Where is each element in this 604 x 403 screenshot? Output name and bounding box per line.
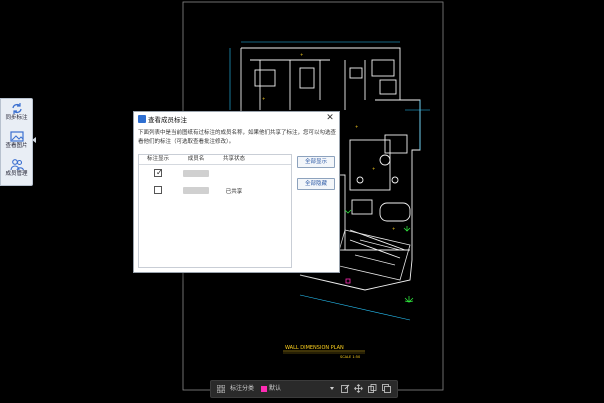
- row-status: 已共享: [225, 189, 243, 195]
- check-icon: ✓: [156, 168, 163, 177]
- edit-icon[interactable]: [341, 384, 350, 393]
- category-color-swatch: [261, 386, 267, 392]
- annotation-toolbar: 标注分类 默认: [210, 380, 398, 398]
- member-table: 标注显示 成员名 共享状态 ✓ 已共享: [138, 154, 292, 268]
- dialog-title: 查看成员标注: [148, 116, 187, 124]
- category-select[interactable]: 默认: [259, 381, 335, 397]
- table-row[interactable]: ✓: [139, 166, 291, 180]
- hide-all-button[interactable]: 全部隐藏: [297, 178, 335, 190]
- layers-icon[interactable]: [382, 384, 391, 393]
- category-value: 默认: [269, 385, 282, 392]
- svg-text:+: +: [372, 166, 375, 171]
- members-icon: [9, 159, 24, 171]
- chevron-down-icon: [330, 387, 334, 390]
- sync-annotation-label: 同步标注: [5, 115, 28, 121]
- svg-text:+: +: [262, 96, 265, 101]
- svg-text:+: +: [355, 124, 358, 129]
- image-icon: [9, 131, 24, 142]
- dialog-titlebar[interactable]: 查看成员标注 ✕: [134, 112, 339, 126]
- dialog-description: 下面列表中是当前图纸有过标注的成员名称，如果他们共享了标注，您可以勾选查看他们的…: [138, 130, 337, 145]
- angled-room: [334, 229, 411, 281]
- app-icon: [138, 115, 146, 123]
- magenta-marker: [345, 278, 351, 284]
- member-management-button[interactable]: 成员管理: [1, 156, 32, 183]
- plan-scale: SCALE 1:50: [340, 355, 360, 359]
- row-visible-checkbox[interactable]: [154, 186, 162, 194]
- left-palette: 同步标注 查看图片 成员管理: [0, 98, 33, 186]
- close-icon[interactable]: ✕: [324, 113, 336, 124]
- sync-icon: [11, 103, 22, 114]
- col-header-status: 共享状态: [215, 155, 253, 165]
- view-image-label: 查看图片: [5, 143, 28, 149]
- member-name-redacted: [183, 170, 209, 177]
- svg-text:+: +: [392, 226, 395, 231]
- grid-icon[interactable]: [217, 385, 225, 393]
- col-header-member: 成员名: [177, 155, 215, 165]
- category-label: 标注分类: [230, 385, 255, 392]
- sync-annotation-button[interactable]: 同步标注: [1, 100, 32, 127]
- member-annotation-dialog: 查看成员标注 ✕ 下面列表中是当前图纸有过标注的成员名称，如果他们共享了标注，您…: [133, 111, 340, 273]
- member-management-label: 成员管理: [5, 171, 28, 177]
- col-header-visible: 标注显示: [139, 155, 177, 165]
- plan-title: WALL DIMENSION PLAN: [285, 345, 344, 351]
- member-name-redacted: [183, 187, 209, 194]
- show-all-button[interactable]: 全部显示: [297, 156, 335, 168]
- palette-collapse-arrow[interactable]: [32, 137, 36, 143]
- move-icon[interactable]: [354, 384, 363, 393]
- row-visible-checkbox[interactable]: ✓: [154, 168, 163, 177]
- copy-icon[interactable]: [368, 384, 377, 393]
- svg-text:+: +: [300, 52, 303, 57]
- view-image-button[interactable]: 查看图片: [1, 128, 32, 155]
- table-row[interactable]: 已共享: [139, 183, 291, 197]
